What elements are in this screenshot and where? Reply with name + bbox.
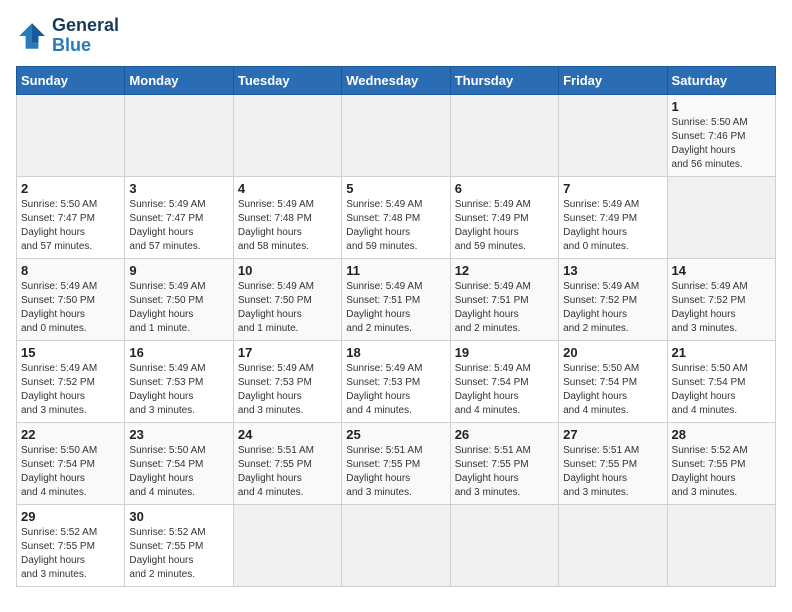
calendar-day-2: 2Sunrise: 5:50 AMSunset: 7:47 PMDaylight… (17, 176, 125, 258)
empty-cell (559, 94, 667, 176)
calendar-day-24: 24Sunrise: 5:51 AMSunset: 7:55 PMDayligh… (233, 422, 341, 504)
calendar-day-18: 18Sunrise: 5:49 AMSunset: 7:53 PMDayligh… (342, 340, 450, 422)
empty-cell (667, 176, 775, 258)
calendar-day-empty (667, 504, 775, 586)
calendar-day-empty (559, 504, 667, 586)
calendar-body: 1Sunrise: 5:50 AMSunset: 7:46 PMDaylight… (17, 94, 776, 586)
calendar-day-23: 23Sunrise: 5:50 AMSunset: 7:54 PMDayligh… (125, 422, 233, 504)
weekday-header-friday: Friday (559, 66, 667, 94)
weekday-header-wednesday: Wednesday (342, 66, 450, 94)
calendar-week-6: 29Sunrise: 5:52 AMSunset: 7:55 PMDayligh… (17, 504, 776, 586)
calendar-day-empty (233, 504, 341, 586)
calendar-day-10: 10Sunrise: 5:49 AMSunset: 7:50 PMDayligh… (233, 258, 341, 340)
weekday-header-monday: Monday (125, 66, 233, 94)
calendar-day-empty (342, 504, 450, 586)
calendar-day-21: 21Sunrise: 5:50 AMSunset: 7:54 PMDayligh… (667, 340, 775, 422)
calendar-day-28: 28Sunrise: 5:52 AMSunset: 7:55 PMDayligh… (667, 422, 775, 504)
calendar-day-5: 5Sunrise: 5:49 AMSunset: 7:48 PMDaylight… (342, 176, 450, 258)
calendar-day-25: 25Sunrise: 5:51 AMSunset: 7:55 PMDayligh… (342, 422, 450, 504)
empty-cell (342, 94, 450, 176)
calendar-day-7: 7Sunrise: 5:49 AMSunset: 7:49 PMDaylight… (559, 176, 667, 258)
calendar-day-19: 19Sunrise: 5:49 AMSunset: 7:54 PMDayligh… (450, 340, 558, 422)
calendar-day-12: 12Sunrise: 5:49 AMSunset: 7:51 PMDayligh… (450, 258, 558, 340)
calendar-day-3: 3Sunrise: 5:49 AMSunset: 7:47 PMDaylight… (125, 176, 233, 258)
weekday-header-tuesday: Tuesday (233, 66, 341, 94)
calendar-day-9: 9Sunrise: 5:49 AMSunset: 7:50 PMDaylight… (125, 258, 233, 340)
weekday-header-thursday: Thursday (450, 66, 558, 94)
calendar-header: SundayMondayTuesdayWednesdayThursdayFrid… (17, 66, 776, 94)
calendar-week-3: 8Sunrise: 5:49 AMSunset: 7:50 PMDaylight… (17, 258, 776, 340)
calendar-week-2: 2Sunrise: 5:50 AMSunset: 7:47 PMDaylight… (17, 176, 776, 258)
calendar-day-14: 14Sunrise: 5:49 AMSunset: 7:52 PMDayligh… (667, 258, 775, 340)
calendar-table: SundayMondayTuesdayWednesdayThursdayFrid… (16, 66, 776, 587)
calendar-day-11: 11Sunrise: 5:49 AMSunset: 7:51 PMDayligh… (342, 258, 450, 340)
calendar-day-26: 26Sunrise: 5:51 AMSunset: 7:55 PMDayligh… (450, 422, 558, 504)
empty-cell (233, 94, 341, 176)
calendar-day-30: 30Sunrise: 5:52 AMSunset: 7:55 PMDayligh… (125, 504, 233, 586)
calendar-day-13: 13Sunrise: 5:49 AMSunset: 7:52 PMDayligh… (559, 258, 667, 340)
weekday-header-saturday: Saturday (667, 66, 775, 94)
calendar-day-16: 16Sunrise: 5:49 AMSunset: 7:53 PMDayligh… (125, 340, 233, 422)
calendar-day-6: 6Sunrise: 5:49 AMSunset: 7:49 PMDaylight… (450, 176, 558, 258)
calendar-day-27: 27Sunrise: 5:51 AMSunset: 7:55 PMDayligh… (559, 422, 667, 504)
weekday-row: SundayMondayTuesdayWednesdayThursdayFrid… (17, 66, 776, 94)
calendar-day-29: 29Sunrise: 5:52 AMSunset: 7:55 PMDayligh… (17, 504, 125, 586)
calendar-day-15: 15Sunrise: 5:49 AMSunset: 7:52 PMDayligh… (17, 340, 125, 422)
empty-cell (450, 94, 558, 176)
calendar-day-22: 22Sunrise: 5:50 AMSunset: 7:54 PMDayligh… (17, 422, 125, 504)
empty-cell (17, 94, 125, 176)
calendar-day-8: 8Sunrise: 5:49 AMSunset: 7:50 PMDaylight… (17, 258, 125, 340)
calendar-week-1: 1Sunrise: 5:50 AMSunset: 7:46 PMDaylight… (17, 94, 776, 176)
empty-cell (125, 94, 233, 176)
calendar-week-5: 22Sunrise: 5:50 AMSunset: 7:54 PMDayligh… (17, 422, 776, 504)
calendar-day-20: 20Sunrise: 5:50 AMSunset: 7:54 PMDayligh… (559, 340, 667, 422)
calendar-week-4: 15Sunrise: 5:49 AMSunset: 7:52 PMDayligh… (17, 340, 776, 422)
header: GeneralBlue (16, 16, 776, 56)
calendar-day-17: 17Sunrise: 5:49 AMSunset: 7:53 PMDayligh… (233, 340, 341, 422)
logo: GeneralBlue (16, 16, 119, 56)
logo-text: GeneralBlue (52, 16, 119, 56)
calendar-day-4: 4Sunrise: 5:49 AMSunset: 7:48 PMDaylight… (233, 176, 341, 258)
calendar-day-1: 1Sunrise: 5:50 AMSunset: 7:46 PMDaylight… (667, 94, 775, 176)
logo-icon (16, 20, 48, 52)
calendar-day-empty (450, 504, 558, 586)
weekday-header-sunday: Sunday (17, 66, 125, 94)
